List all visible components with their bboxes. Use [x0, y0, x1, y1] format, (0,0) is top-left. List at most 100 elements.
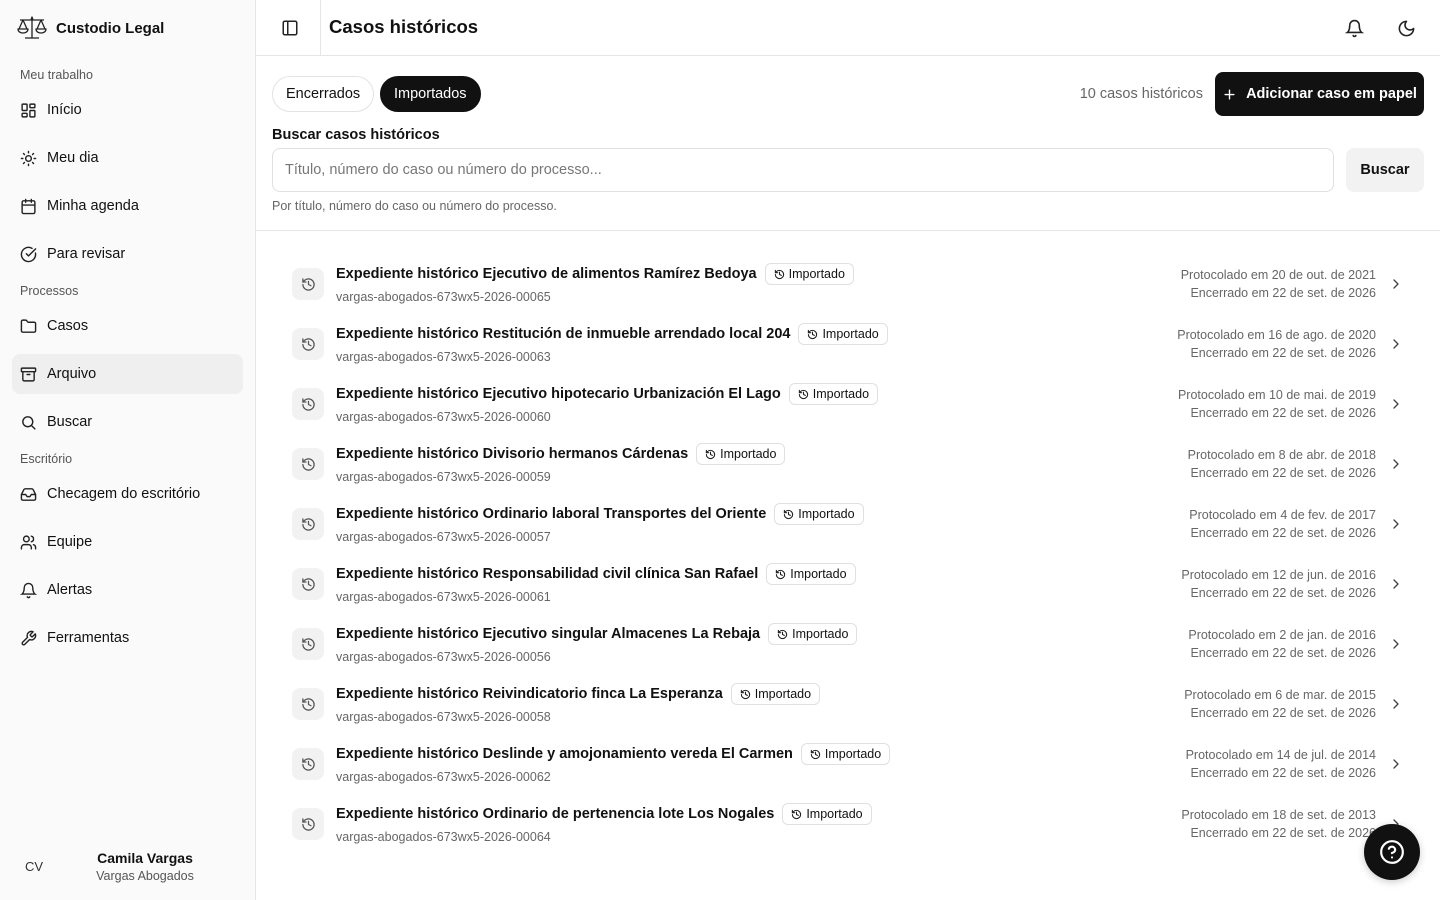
inbox-icon — [20, 487, 37, 501]
case-row[interactable]: Expediente histórico Restitución de inmu… — [272, 314, 1422, 374]
sidebar-item-para-revisar[interactable]: Para revisar — [12, 234, 243, 274]
history-icon-box — [292, 508, 324, 540]
badge-label: Importado — [788, 267, 845, 281]
sidebar-item-label: Casos — [47, 318, 89, 334]
history-icon — [792, 809, 802, 819]
case-dates: Protocolado em 12 de jun. de 2016 Encerr… — [1181, 566, 1376, 602]
case-title: Expediente histórico Ordinario laboral T… — [336, 506, 767, 522]
closed-date: Encerrado em 22 de set. de 2026 — [1190, 286, 1376, 300]
history-icon-box — [292, 388, 324, 420]
search-input[interactable] — [272, 148, 1334, 192]
sidebar-item-equipe[interactable]: Equipe — [12, 522, 243, 562]
case-number: vargas-abogados-673wx5-2026-00061 — [336, 590, 551, 604]
case-row[interactable]: Expediente histórico Divisorio hermanos … — [272, 434, 1422, 494]
sidebar-item-label: Início — [47, 102, 82, 118]
chevron-right-icon — [1393, 639, 1399, 649]
case-row[interactable]: Expediente histórico Ejecutivo singular … — [272, 614, 1422, 674]
imported-badge: Importado — [788, 383, 879, 405]
history-icon — [705, 449, 716, 459]
case-row[interactable]: Expediente histórico Deslinde y amojonam… — [272, 734, 1422, 794]
sidebar-item-label: Buscar — [47, 414, 93, 430]
closed-date: Encerrado em 22 de set. de 2026 — [1190, 526, 1376, 540]
closed-date: Encerrado em 22 de set. de 2026 — [1190, 826, 1376, 840]
case-dates: Protocolado em 6 de mar. de 2015 Encerra… — [1184, 686, 1376, 722]
filed-date: Protocolado em 16 de ago. de 2020 — [1177, 328, 1376, 342]
sidebar-item-minha-agenda[interactable]: Minha agenda — [12, 186, 243, 226]
add-paper-case-button[interactable]: Adicionar caso em papel — [1215, 72, 1424, 116]
case-row[interactable]: Expediente histórico Responsabilidad civ… — [272, 554, 1422, 614]
history-icon-box — [292, 328, 324, 360]
history-icon-box — [292, 688, 324, 720]
case-row[interactable]: Expediente histórico Ordinario de perten… — [272, 794, 1422, 854]
case-row[interactable]: Expediente histórico Ejecutivo de alimen… — [272, 254, 1422, 314]
case-number: vargas-abogados-673wx5-2026-00058 — [336, 710, 551, 724]
history-icon-box — [292, 628, 324, 660]
sidebar-item-arquivo[interactable]: Arquivo — [12, 354, 243, 394]
calendar-icon — [21, 198, 36, 214]
theme-toggle-button[interactable] — [1392, 14, 1420, 42]
wrench-icon — [21, 630, 37, 646]
user-profile[interactable]: CV Camila Vargas Vargas Abogados — [0, 840, 256, 892]
sidebar-toggle-icon — [282, 20, 298, 36]
sidebar-item-alertas[interactable]: Alertas — [12, 570, 243, 610]
sidebar-item-label: Para revisar — [47, 246, 126, 262]
topbar-divider — [320, 0, 321, 56]
case-row[interactable]: Expediente histórico Ejecutivo hipotecar… — [272, 374, 1422, 434]
case-title: Expediente histórico Ordinario de perten… — [336, 806, 775, 822]
chevron-right-icon — [1393, 459, 1399, 469]
case-row[interactable]: Expediente histórico Ordinario laboral T… — [272, 494, 1422, 554]
case-row[interactable]: Expediente histórico Reivindicatorio fin… — [272, 674, 1422, 734]
imported-badge: Importado — [764, 263, 854, 285]
case-dates: Protocolado em 2 de jan. de 2016 Encerra… — [1188, 626, 1376, 662]
sidebar-item-label: Minha agenda — [47, 198, 139, 214]
search-button[interactable]: Buscar — [1346, 148, 1424, 192]
case-title: Expediente histórico Restitución de inmu… — [336, 326, 791, 342]
filed-date: Protocolado em 4 de fev. de 2017 — [1189, 508, 1376, 522]
user-org: Vargas Abogados — [96, 869, 194, 883]
filed-date: Protocolado em 2 de jan. de 2016 — [1188, 628, 1376, 642]
plus-icon — [1224, 88, 1235, 100]
chevron-right-icon — [1393, 279, 1399, 289]
history-icon — [798, 389, 808, 399]
case-number: vargas-abogados-673wx5-2026-00065 — [336, 290, 551, 304]
history-icon — [810, 749, 821, 759]
history-icon — [301, 277, 315, 291]
sidebar-item-meu-dia[interactable]: Meu dia — [12, 138, 243, 178]
sidebar-item-checagem[interactable]: Checagem do escritório — [12, 474, 243, 514]
closed-date: Encerrado em 22 de set. de 2026 — [1190, 586, 1376, 600]
sidebar-item-casos[interactable]: Casos — [12, 306, 243, 346]
case-dates: Protocolado em 10 de mai. de 2019 Encerr… — [1178, 386, 1376, 422]
help-button[interactable] — [1364, 824, 1420, 880]
history-icon — [301, 637, 315, 651]
sidebar-toggle-button[interactable] — [276, 14, 304, 42]
badge-label: Importado — [824, 747, 882, 761]
filed-date: Protocolado em 10 de mai. de 2019 — [1177, 388, 1376, 402]
case-number: vargas-abogados-673wx5-2026-00059 — [336, 470, 551, 484]
filed-date: Protocolado em 20 de out. de 2021 — [1180, 268, 1376, 282]
tab-importados[interactable]: Importados — [380, 76, 481, 112]
chevron-right-icon — [1393, 699, 1399, 709]
sidebar-item-inicio[interactable]: Início — [12, 90, 243, 130]
sidebar-item-label: Equipe — [47, 534, 93, 550]
closed-date: Encerrado em 22 de set. de 2026 — [1190, 646, 1376, 660]
case-dates: Protocolado em 14 de jul. de 2014 Encerr… — [1186, 746, 1376, 782]
bell-icon — [20, 582, 37, 598]
brand[interactable]: Custodio Legal — [16, 14, 164, 42]
search-icon — [22, 415, 36, 430]
imported-badge: Importado — [800, 743, 891, 765]
sidebar-item-buscar[interactable]: Buscar — [12, 402, 243, 442]
history-icon-box — [292, 748, 324, 780]
sidebar-item-ferramentas[interactable]: Ferramentas — [12, 618, 243, 658]
check-circle-icon — [20, 246, 37, 262]
filed-date: Protocolado em 14 de jul. de 2014 — [1185, 748, 1376, 762]
history-icon-box — [292, 268, 324, 300]
history-icon — [301, 577, 315, 591]
filed-date: Protocolado em 12 de jun. de 2016 — [1181, 568, 1376, 582]
case-number: vargas-abogados-673wx5-2026-00056 — [336, 650, 551, 664]
tab-encerrados[interactable]: Encerrados — [272, 76, 375, 112]
sidebar-item-label: Ferramentas — [47, 630, 130, 646]
notifications-button[interactable] — [1340, 14, 1368, 42]
section-label-escritorio: Escritório — [20, 452, 73, 466]
history-icon — [774, 269, 784, 279]
history-icon — [301, 457, 315, 471]
